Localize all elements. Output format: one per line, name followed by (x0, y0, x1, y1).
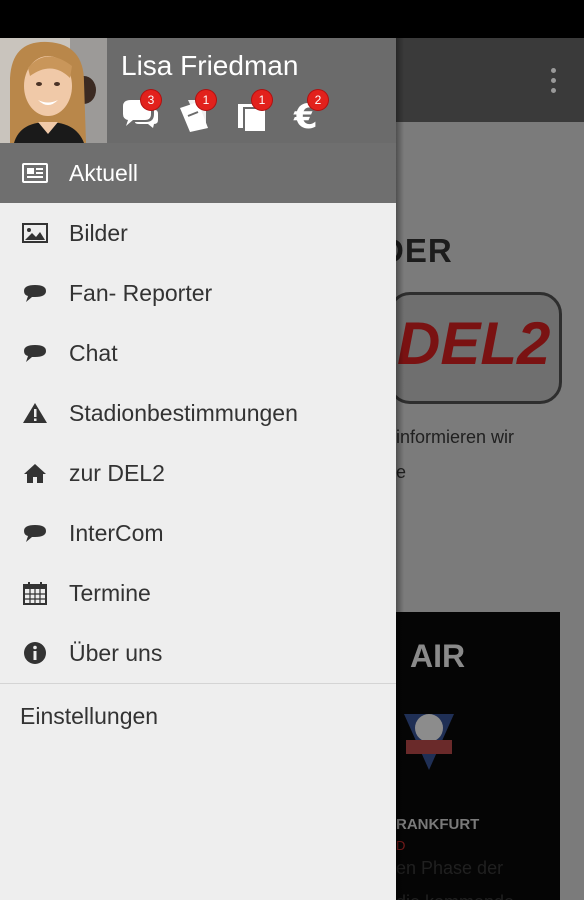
promo-image[interactable]: AIR RANKFURT D (396, 612, 560, 900)
menu-item-label: Bilder (69, 220, 128, 246)
settings-label: Einstellungen (20, 703, 159, 729)
status-bar (0, 0, 584, 38)
bg-text-line: informieren wir (396, 427, 515, 447)
promo-title: AIR (410, 638, 466, 674)
info-icon (24, 642, 46, 664)
bg-text-line: die kommende (396, 892, 514, 900)
tickets-button[interactable]: 1 (178, 90, 218, 134)
menu-item-label: Über uns (69, 640, 163, 666)
menu-item-label: Aktuell (69, 160, 139, 186)
team-crest-icon (404, 714, 454, 770)
image-icon (22, 223, 48, 243)
notification-badge: 1 (196, 90, 216, 110)
warning-icon (23, 403, 47, 423)
menu-item-intercom[interactable]: InterCom (0, 503, 396, 563)
menu-item-fan-reporter[interactable]: Fan- Reporter (0, 263, 396, 323)
menu-item-ueber-uns[interactable]: Über uns (0, 623, 396, 683)
menu-item-label: Fan- Reporter (69, 280, 213, 306)
menu-item-label: InterCom (69, 520, 164, 546)
avatar-photo (0, 38, 107, 143)
del2-logo-text: DEL2 (397, 310, 551, 377)
del2-logo: DEL2 (388, 292, 562, 404)
menu-item-label: Chat (69, 340, 118, 366)
menu-item-stadionbestimmungen[interactable]: Stadionbestimmungen (0, 383, 396, 443)
menu-item-chat[interactable]: Chat (0, 323, 396, 383)
newspaper-icon (22, 163, 48, 183)
notification-badge: 3 (141, 90, 161, 110)
drawer-shadow (396, 38, 404, 900)
home-icon (24, 464, 46, 483)
menu-item-label: Termine (69, 580, 151, 606)
documents-button[interactable]: 1 (236, 90, 276, 134)
chat-bubble-icon (24, 345, 46, 362)
menu-item-zur-del2[interactable]: zur DEL2 (0, 443, 396, 503)
drawer-header: Lisa Friedman 3 1 1 € 2 (0, 38, 396, 143)
menu-item-label: Stadionbestimmungen (69, 400, 298, 426)
notification-badge: 1 (252, 90, 272, 110)
chat-bubble-icon (24, 525, 46, 542)
chat-bubble-icon (24, 285, 46, 302)
menu-item-label: zur DEL2 (69, 460, 165, 486)
overflow-menu-icon[interactable] (550, 68, 558, 96)
bg-text-line: en Phase der (396, 858, 504, 878)
avatar[interactable] (0, 38, 107, 143)
menu-item-bilder[interactable]: Bilder (0, 203, 396, 263)
promo-city: RANKFURT (396, 816, 480, 833)
calendar-icon (23, 582, 47, 605)
menu-item-einstellungen[interactable]: Einstellungen (0, 684, 396, 752)
messages-button[interactable]: 3 (121, 90, 161, 134)
menu-item-termine[interactable]: Termine (0, 563, 396, 623)
drawer-menu: Aktuell Bilder Fan- Reporter Chat Stadio… (0, 143, 396, 752)
payments-button[interactable]: € 2 (292, 90, 332, 134)
user-name: Lisa Friedman (121, 50, 299, 81)
notification-badge: 2 (308, 90, 328, 110)
navigation-drawer: Lisa Friedman 3 1 1 € 2 Aktuell Bilder F… (0, 38, 396, 900)
menu-item-aktuell[interactable]: Aktuell (0, 143, 396, 203)
